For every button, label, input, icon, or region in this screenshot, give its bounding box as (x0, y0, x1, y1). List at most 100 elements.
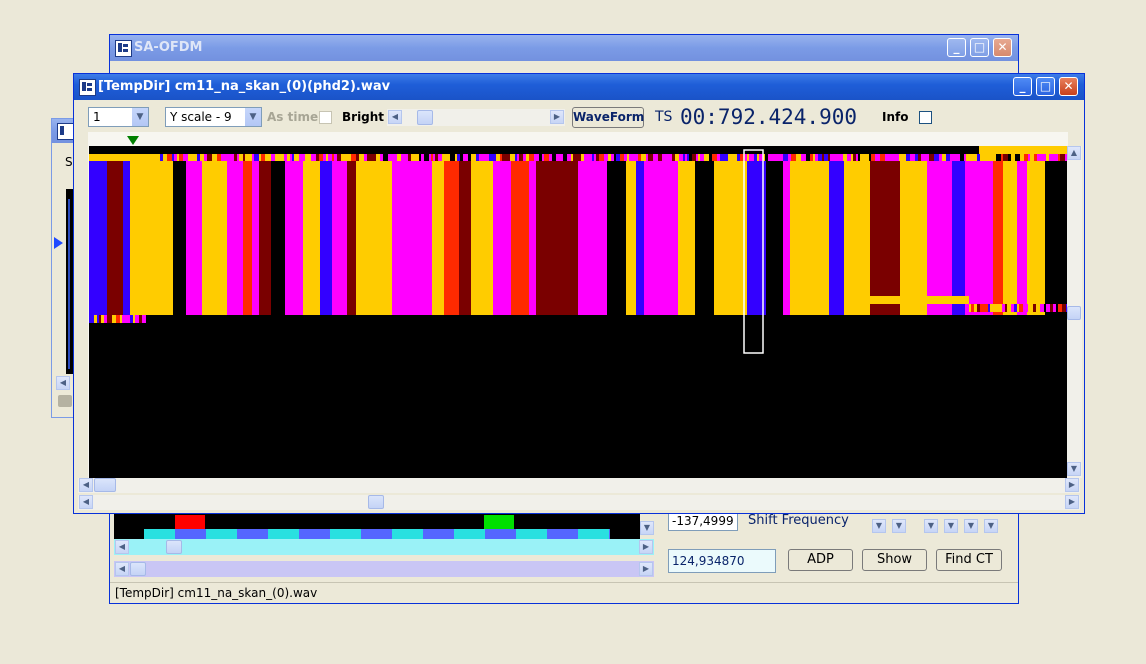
arrow-right-icon[interactable]: ▶ (1065, 495, 1079, 509)
spectrum-header-cell (347, 154, 351, 161)
info-checkbox[interactable] (919, 111, 932, 124)
green-marker-block (484, 515, 514, 529)
find-ct-button[interactable]: Find CT (936, 549, 1002, 571)
spectrum-header-cell (987, 154, 990, 161)
spectrum-header-cell (468, 154, 471, 161)
arrow-left-icon[interactable]: ◀ (56, 376, 70, 390)
second-value-field[interactable]: 124,934870 (668, 549, 776, 573)
spectrum-band-stripe (586, 161, 592, 315)
chevron-down-icon[interactable]: ▼ (924, 519, 938, 533)
close-icon[interactable]: ✕ (1059, 77, 1078, 96)
spectrum-header-cell (323, 154, 326, 161)
minimize-icon[interactable]: _ (1013, 77, 1032, 96)
spectrum-header-cell (679, 154, 683, 161)
spectrum-header-cell (463, 154, 466, 161)
brightness-slider[interactable]: ◀ ▶ (387, 109, 565, 126)
arrow-left-icon[interactable]: ◀ (79, 478, 93, 492)
adp-button[interactable]: ADP (788, 549, 853, 571)
scroll-thumb[interactable] (368, 495, 384, 509)
window-hscroll[interactable]: ◀ ▶ (78, 495, 1080, 510)
spectrum-band-stripe (471, 161, 479, 315)
spectrum-header-cell (685, 154, 687, 161)
spectrum-header-cell (549, 154, 552, 161)
spectrum-header-cell (239, 154, 243, 161)
chevron-down-icon[interactable]: ▼ (132, 108, 148, 126)
spectrum-band-stripe (444, 161, 459, 315)
arrow-left-icon[interactable]: ◀ (115, 540, 129, 554)
spectrum-header-cell (228, 154, 230, 161)
scroll-thumb[interactable] (166, 540, 182, 554)
arrow-left-icon[interactable]: ◀ (388, 110, 402, 124)
spectrum-speckle (1007, 304, 1011, 312)
close-icon[interactable]: ✕ (993, 38, 1012, 57)
spectrum-header-cell (934, 154, 939, 161)
spectrum-header-cell (668, 154, 672, 161)
spectrum-header-cell (994, 154, 996, 161)
sa-ofdm-titlebar[interactable]: SA-OFDM _ □ ✕ (110, 35, 1018, 61)
waveform-button[interactable]: WaveForm (572, 107, 644, 128)
frequency-field[interactable]: -137,4999 (668, 511, 738, 531)
display-hscroll[interactable]: ◀ ▶ (78, 478, 1080, 493)
spectrum-header-cell (542, 154, 544, 161)
arrow-down-icon[interactable]: ▼ (640, 521, 654, 535)
back-hscroll-1[interactable]: ◀ ▶ (114, 539, 654, 555)
arrow-down-icon[interactable]: ▼ (1067, 462, 1081, 476)
arrow-right-icon[interactable]: ▶ (1065, 478, 1079, 492)
arrow-up-icon[interactable]: ▲ (1067, 146, 1081, 160)
channel-select[interactable]: 1 ▼ (88, 107, 149, 127)
spectrum-header-cell (596, 154, 599, 161)
info-label: Info (882, 110, 909, 124)
scroll-thumb[interactable] (1067, 306, 1081, 320)
spectrum-speckle (980, 304, 982, 312)
spectrum-band-stripe (1045, 161, 1054, 315)
spectrum-band-stripe (1017, 161, 1027, 315)
spectrum-header-cell (197, 154, 200, 161)
chevron-down-icon[interactable]: ▼ (245, 108, 261, 126)
spectrum-header-cell (1053, 154, 1058, 161)
spectrum-header-cell (664, 154, 668, 161)
spectrum-header-cell (305, 154, 308, 161)
spectrum-speckle (1023, 304, 1025, 312)
arrow-left-icon[interactable]: ◀ (115, 562, 129, 576)
spectrum-band-stripe (155, 161, 173, 315)
maximize-icon[interactable]: □ (970, 38, 989, 57)
scroll-thumb[interactable] (94, 478, 116, 492)
maximize-icon[interactable]: □ (1036, 77, 1055, 96)
spectrum-band-stripe (432, 161, 444, 315)
slider-thumb[interactable] (417, 110, 433, 125)
spectrum-header-cell (672, 154, 675, 161)
chevron-down-icon[interactable]: ▼ (872, 519, 886, 533)
arrow-right-icon[interactable]: ▶ (639, 562, 653, 576)
spectrum-header-cell (500, 154, 502, 161)
chevron-down-icon[interactable]: ▼ (984, 519, 998, 533)
spectrum-header-cell (576, 154, 581, 161)
spectrum-speckle (974, 304, 977, 312)
spectrum-header-cell (1058, 154, 1060, 161)
chevron-down-icon[interactable]: ▼ (892, 519, 906, 533)
yscale-select[interactable]: Y scale - 9 ▼ (165, 107, 262, 127)
left-window-button[interactable] (58, 395, 72, 407)
spectrum-header-cell (183, 154, 188, 161)
spectrum-header-cell (1034, 154, 1037, 161)
arrow-right-icon[interactable]: ▶ (639, 540, 653, 554)
show-button[interactable]: Show (862, 549, 927, 571)
spectrum-header-cell (841, 154, 843, 161)
minimize-icon[interactable]: _ (947, 38, 966, 57)
spectrum-band-stripe (320, 161, 332, 315)
spectrum-header-cell (265, 154, 269, 161)
as-time-checkbox[interactable] (319, 111, 332, 124)
spectrum-header-cell (675, 154, 679, 161)
shift-frequency-label: Shift Frequency (748, 513, 849, 528)
spectrum-header-cell (1028, 154, 1030, 161)
chevron-down-icon[interactable]: ▼ (964, 519, 978, 533)
spectrogram-canvas[interactable] (89, 146, 1067, 479)
back-hscroll-2[interactable]: ◀ ▶ (114, 561, 654, 577)
scroll-thumb[interactable] (130, 562, 146, 576)
main-titlebar[interactable]: [TempDir] cm11_na_skan_(0)(phd2).wav _ □… (74, 74, 1084, 100)
arrow-left-icon[interactable]: ◀ (79, 495, 93, 509)
arrow-right-icon[interactable]: ▶ (550, 110, 564, 124)
chevron-down-icon[interactable]: ▼ (944, 519, 958, 533)
spectrum-speckle (89, 315, 91, 323)
display-vscroll[interactable]: ▲ ▼ (1067, 146, 1082, 478)
spectrum-header-cell (544, 154, 549, 161)
